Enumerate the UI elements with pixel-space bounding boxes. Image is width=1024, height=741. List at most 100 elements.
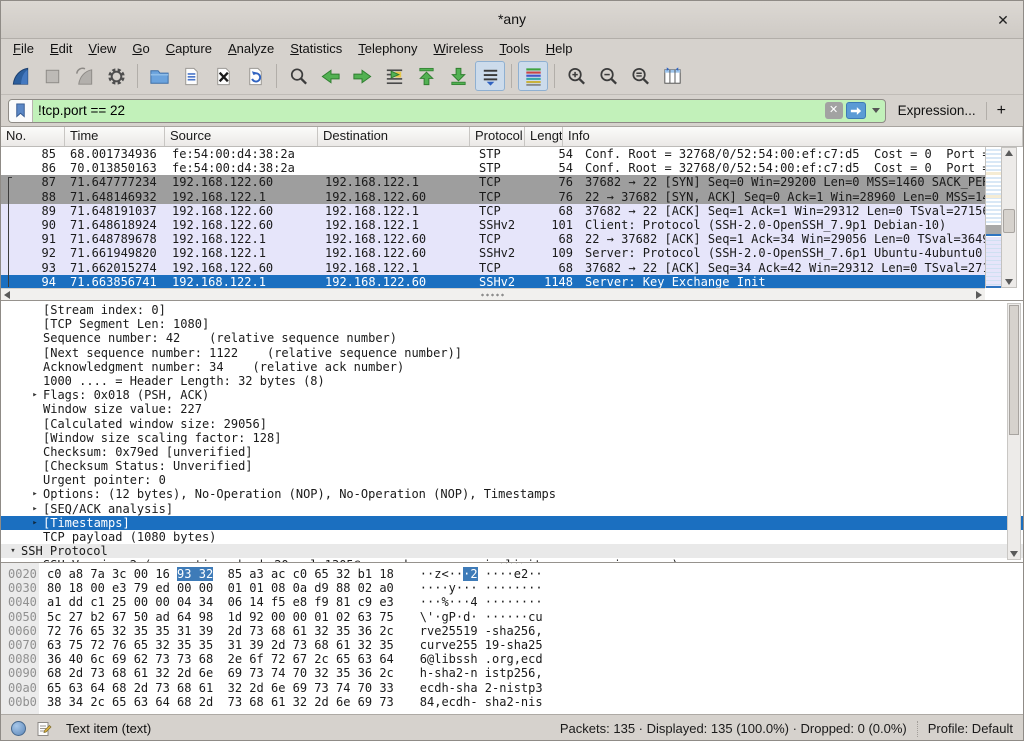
tree-expander-icon[interactable]: ▸ — [27, 516, 43, 530]
detail-line[interactable]: Checksum: 0x79ed [unverified] — [1, 445, 1023, 459]
tree-expander-icon[interactable] — [27, 331, 43, 345]
tree-expander-icon[interactable] — [27, 360, 43, 374]
hex-row[interactable]: 00b0 38 34 2c 65 63 64 68 2d 73 68 61 32… — [1, 695, 1023, 709]
stop-capture-button[interactable] — [37, 61, 67, 91]
tree-expander-icon[interactable]: ▾ — [5, 544, 21, 558]
filter-input[interactable]: !tcp.port == 22 — [33, 103, 825, 118]
menu-item[interactable]: View — [80, 39, 124, 58]
hex-row[interactable]: 0070 63 75 72 76 65 32 35 35 31 39 2d 73… — [1, 638, 1023, 652]
intelligent-scrollbar-minimap[interactable] — [985, 147, 1001, 288]
detail-line[interactable]: ▸ [Timestamps] — [1, 516, 1023, 530]
menu-item[interactable]: Edit — [42, 39, 80, 58]
filter-clear-button[interactable]: ✕ — [825, 102, 843, 119]
detail-line[interactable]: [TCP Segment Len: 1080] — [1, 317, 1023, 331]
go-first-button[interactable] — [411, 61, 441, 91]
detail-line[interactable]: ▸ Options: (12 bytes), No-Operation (NOP… — [1, 487, 1023, 501]
menu-item[interactable]: Tools — [491, 39, 537, 58]
tree-expander-icon[interactable] — [27, 346, 43, 360]
packet-list-vertical-scrollbar[interactable] — [1001, 147, 1017, 288]
packet-row[interactable]: 94 71.663856741 192.168.122.1 192.168.12… — [1, 275, 985, 288]
detail-line[interactable]: ▸ Flags: 0x018 (PSH, ACK) — [1, 388, 1023, 402]
splitter-handle[interactable] — [499, 563, 525, 564]
zoom-in-button[interactable] — [561, 61, 591, 91]
close-icon[interactable]: ✕ — [993, 10, 1013, 30]
tree-expander-icon[interactable]: ▸ — [27, 502, 43, 516]
capture-comment-icon[interactable] — [36, 721, 52, 737]
detail-line[interactable]: Acknowledgment number: 34 (relative ack … — [1, 360, 1023, 374]
hex-row[interactable]: 0080 36 40 6c 69 62 73 73 68 2e 6f 72 67… — [1, 652, 1023, 666]
packet-row[interactable]: 85 68.001734936 fe:54:00:d4:38:2a STP 54… — [1, 147, 985, 161]
column-header-destination[interactable]: Destination — [318, 127, 470, 146]
go-last-button[interactable] — [443, 61, 473, 91]
tree-expander-icon[interactable] — [27, 473, 43, 487]
packet-row[interactable]: 86 70.013850163 fe:54:00:d4:38:2a STP 54… — [1, 161, 985, 175]
tree-expander-icon[interactable]: ▸ — [27, 388, 43, 402]
capture-options-button[interactable] — [101, 61, 131, 91]
tree-expander-icon[interactable] — [27, 317, 43, 331]
detail-line[interactable]: Urgent pointer: 0 — [1, 473, 1023, 487]
hex-row[interactable]: 0060 72 76 65 32 35 35 31 39 2d 73 68 61… — [1, 624, 1023, 638]
packet-row[interactable]: 90 71.648618924 192.168.122.60 192.168.1… — [1, 218, 985, 232]
go-to-packet-button[interactable] — [379, 61, 409, 91]
column-header-info[interactable]: Info — [563, 127, 1023, 146]
open-file-button[interactable] — [144, 61, 174, 91]
hex-row[interactable]: 00a0 65 63 64 68 2d 73 68 61 32 2d 6e 69… — [1, 681, 1023, 695]
menu-item[interactable]: Statistics — [282, 39, 350, 58]
column-header-time[interactable]: Time — [65, 127, 165, 146]
packet-row[interactable]: 88 71.648146932 192.168.122.1 192.168.12… — [1, 190, 985, 204]
tree-expander-icon[interactable] — [27, 417, 43, 431]
scrollbar-thumb[interactable] — [1003, 209, 1015, 233]
menu-item[interactable]: Capture — [158, 39, 220, 58]
detail-line[interactable]: Window size value: 227 — [1, 402, 1023, 416]
detail-line[interactable]: [Calculated window size: 29056] — [1, 417, 1023, 431]
hex-row[interactable]: 0020 c0 a8 7a 3c 00 16 93 32 85 a3 ac c0… — [1, 567, 1023, 581]
splitter-handle[interactable] — [480, 293, 506, 297]
column-header-protocol[interactable]: Protocol — [470, 127, 525, 146]
hex-row[interactable]: 0040 a1 dd c1 25 00 00 04 34 06 14 f5 e8… — [1, 595, 1023, 609]
tree-expander-icon[interactable] — [27, 303, 43, 317]
display-filter-field[interactable]: !tcp.port == 22 ✕ — [8, 99, 886, 123]
scrollbar-thumb[interactable] — [1009, 305, 1019, 435]
detail-line[interactable]: 1000 .... = Header Length: 32 bytes (8) — [1, 374, 1023, 388]
tree-expander-icon[interactable] — [27, 374, 43, 388]
detail-line[interactable]: Sequence number: 42 (relative sequence n… — [1, 331, 1023, 345]
tree-expander-icon[interactable] — [27, 459, 43, 473]
hex-row[interactable]: 0090 68 2d 73 68 61 32 2d 6e 69 73 74 70… — [1, 666, 1023, 680]
column-header-no[interactable]: No. — [1, 127, 65, 146]
zoom-100-button[interactable] — [625, 61, 655, 91]
detail-line[interactable]: ▾ SSH Protocol — [1, 544, 1023, 558]
zoom-out-button[interactable] — [593, 61, 623, 91]
menu-item[interactable]: Telephony — [350, 39, 425, 58]
add-filter-button[interactable]: + — [987, 102, 1016, 120]
expression-button[interactable]: Expression... — [886, 103, 986, 118]
scroll-right-icon[interactable] — [976, 291, 982, 299]
menu-item[interactable]: File — [5, 39, 42, 58]
menu-item[interactable]: Analyze — [220, 39, 282, 58]
colorize-button[interactable] — [518, 61, 548, 91]
scroll-down-icon[interactable] — [1010, 551, 1018, 557]
filter-apply-button[interactable] — [846, 102, 866, 119]
column-header-source[interactable]: Source — [165, 127, 318, 146]
reload-file-button[interactable] — [240, 61, 270, 91]
tree-expander-icon[interactable] — [27, 445, 43, 459]
tree-expander-icon[interactable]: ▸ — [27, 487, 43, 501]
scroll-up-icon[interactable] — [1005, 150, 1013, 156]
tree-expander-icon[interactable] — [27, 402, 43, 416]
go-back-button[interactable] — [315, 61, 345, 91]
go-forward-button[interactable] — [347, 61, 377, 91]
start-capture-button[interactable] — [5, 61, 35, 91]
restart-capture-button[interactable] — [69, 61, 99, 91]
packet-row[interactable]: 89 71.648191037 192.168.122.60 192.168.1… — [1, 204, 985, 218]
find-packet-button[interactable] — [283, 61, 313, 91]
menu-item[interactable]: Go — [124, 39, 157, 58]
filter-history-dropdown[interactable] — [869, 101, 883, 121]
tree-expander-icon[interactable] — [27, 530, 43, 544]
detail-line[interactable]: [Window size scaling factor: 128] — [1, 431, 1023, 445]
packet-row[interactable]: 91 71.648789678 192.168.122.1 192.168.12… — [1, 232, 985, 246]
hex-row[interactable]: 0050 5c 27 b2 67 50 ad 64 98 1d 92 00 00… — [1, 610, 1023, 624]
packet-row[interactable]: 92 71.661949820 192.168.122.1 192.168.12… — [1, 246, 985, 260]
menu-item[interactable]: Help — [538, 39, 581, 58]
save-file-button[interactable] — [176, 61, 206, 91]
scroll-down-icon[interactable] — [1005, 279, 1013, 285]
packet-row[interactable]: 93 71.662015274 192.168.122.60 192.168.1… — [1, 261, 985, 275]
